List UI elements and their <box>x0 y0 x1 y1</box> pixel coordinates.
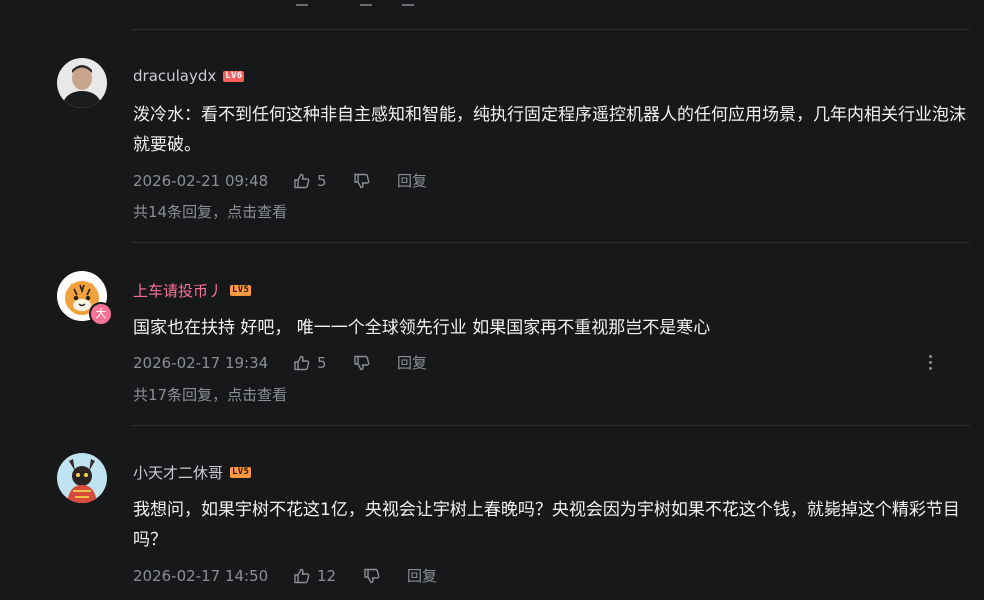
divider <box>132 242 970 243</box>
level-badge: LV5 <box>230 467 252 478</box>
view-replies-link[interactable]: 共14条回复，点击查看 <box>133 201 287 222</box>
thumbs-down-icon <box>363 567 381 585</box>
more-vertical-icon[interactable] <box>924 352 936 372</box>
avatar[interactable] <box>57 58 107 108</box>
like-count: 5 <box>317 171 327 190</box>
username[interactable]: 小天才二休哥 <box>133 462 223 483</box>
username[interactable]: draculaydx <box>133 67 216 85</box>
divider <box>132 425 970 426</box>
comment-time: 2026-02-17 14:50 <box>133 566 269 585</box>
reply-button[interactable]: 回复 <box>407 565 437 586</box>
thumbs-up-icon <box>293 567 311 585</box>
comment-text: 国家也在扶持 好吧， 唯一一个全球领先行业 如果国家再不重视那岂不是寒心 <box>133 318 711 338</box>
divider <box>132 29 970 30</box>
reply-button[interactable]: 回复 <box>397 352 427 373</box>
vip-badge: 大 <box>89 302 113 326</box>
thumbs-up-icon <box>293 172 311 190</box>
level-badge: LV6 <box>223 70 245 82</box>
like-button[interactable]: 12 <box>293 567 363 585</box>
dislike-button[interactable] <box>353 354 397 372</box>
like-button[interactable]: 5 <box>293 354 353 372</box>
username[interactable]: 上车请投币丿 <box>133 280 223 301</box>
like-count: 5 <box>317 353 327 372</box>
comment-text: 我想问，如果宇树不花这1亿，央视会让宇树上春晚吗？央视会因为宇树如果不花这个钱，… <box>133 500 960 550</box>
comment-text: 泼冷水：看不到任何这种非自主感知和智能，纯执行固定程序遥控机器人的任何应用场景，… <box>133 105 966 155</box>
like-count: 12 <box>317 566 337 585</box>
dislike-button[interactable] <box>363 567 407 585</box>
level-badge: LV5 <box>230 285 252 296</box>
dislike-button[interactable] <box>353 172 397 190</box>
thumbs-down-icon <box>353 172 371 190</box>
comment-time: 2026-02-17 19:34 <box>133 353 269 372</box>
previous-comment-actions <box>290 0 450 6</box>
thumbs-down-icon <box>353 354 371 372</box>
comment-time: 2026-02-21 09:48 <box>133 171 269 190</box>
avatar[interactable] <box>57 453 107 503</box>
like-button[interactable]: 5 <box>293 172 353 190</box>
reply-button[interactable]: 回复 <box>397 170 427 191</box>
thumbs-up-icon <box>293 354 311 372</box>
view-replies-link[interactable]: 共17条回复，点击查看 <box>133 384 287 405</box>
